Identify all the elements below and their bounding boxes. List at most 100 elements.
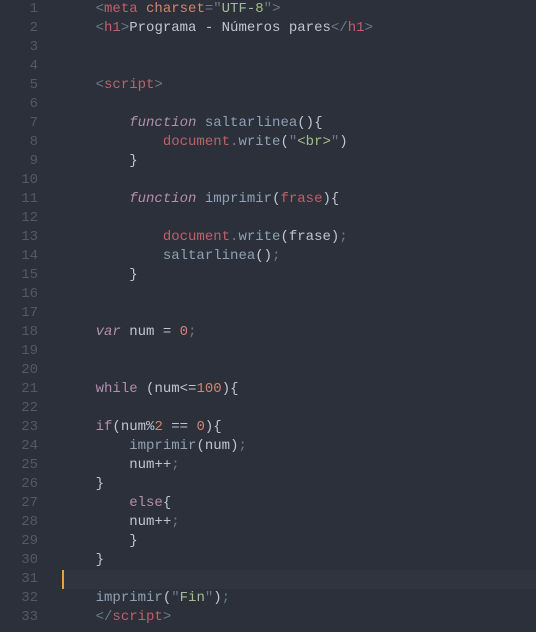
token-kw: function [129, 191, 196, 207]
token-op: ++ [154, 457, 171, 473]
line-number: 3 [0, 38, 38, 57]
token-bracket: { [163, 495, 171, 511]
token-str: <br> [297, 134, 331, 150]
code-line[interactable]: function saltarlinea(){ [62, 114, 536, 133]
code-line[interactable]: } [62, 532, 536, 551]
line-number: 5 [0, 76, 38, 95]
code-line[interactable]: <h1>Programa - Números pares</h1> [62, 19, 536, 38]
token-punc: ; [238, 438, 246, 454]
line-number: 14 [0, 247, 38, 266]
code-line[interactable] [62, 171, 536, 190]
code-line[interactable]: } [62, 475, 536, 494]
line-number: 30 [0, 551, 38, 570]
code-line[interactable] [62, 57, 536, 76]
token-bracket: ) [222, 381, 230, 397]
token-punc: " [213, 1, 221, 17]
token-punc: " [205, 590, 213, 606]
code-line[interactable]: else{ [62, 494, 536, 513]
token-text [196, 115, 204, 131]
token-kw: var [96, 324, 121, 340]
line-number: 26 [0, 475, 38, 494]
token-punc: ; [339, 229, 347, 245]
token-bracket: ) [213, 590, 221, 606]
code-line[interactable]: } [62, 551, 536, 570]
code-line[interactable] [62, 285, 536, 304]
code-line[interactable] [62, 95, 536, 114]
line-number: 33 [0, 608, 38, 627]
token-punc: > [163, 609, 171, 625]
token-text: num [121, 419, 146, 435]
token-text [121, 324, 129, 340]
code-line[interactable]: saltarlinea(); [62, 247, 536, 266]
code-line[interactable]: if(num%2 == 0){ [62, 418, 536, 437]
code-line[interactable]: num++; [62, 513, 536, 532]
line-number: 7 [0, 114, 38, 133]
token-text [196, 191, 204, 207]
token-bracket: () [297, 115, 314, 131]
token-op: == [171, 419, 188, 435]
line-number: 20 [0, 361, 38, 380]
code-line[interactable]: } [62, 266, 536, 285]
code-line[interactable]: while (num<=100){ [62, 380, 536, 399]
line-number: 18 [0, 323, 38, 342]
token-bracket: } [129, 153, 137, 169]
code-line[interactable] [62, 304, 536, 323]
token-text: num [154, 381, 179, 397]
code-line[interactable]: } [62, 152, 536, 171]
token-attr: charset [146, 1, 205, 17]
code-line[interactable]: var num = 0; [62, 323, 536, 342]
line-number: 24 [0, 437, 38, 456]
code-line[interactable] [62, 209, 536, 228]
token-str: Fin [180, 590, 205, 606]
code-area[interactable]: <meta charset="UTF-8"> <h1>Programa - Nú… [48, 0, 536, 632]
token-num: 2 [154, 419, 162, 435]
code-line[interactable]: function imprimir(frase){ [62, 190, 536, 209]
code-line[interactable]: num++; [62, 456, 536, 475]
line-number: 21 [0, 380, 38, 399]
code-line[interactable]: <script> [62, 76, 536, 95]
token-punc: " [171, 590, 179, 606]
code-line[interactable]: </script> [62, 608, 536, 627]
token-text: num [129, 457, 154, 473]
line-number: 32 [0, 589, 38, 608]
code-line[interactable] [62, 38, 536, 57]
code-editor[interactable]: 1234567891011121314151617181920212223242… [0, 0, 536, 632]
code-line[interactable]: imprimir(num); [62, 437, 536, 456]
token-text: num [129, 514, 154, 530]
token-text [154, 324, 162, 340]
line-number: 27 [0, 494, 38, 513]
token-punc: ; [272, 248, 280, 264]
token-fn: imprimir [205, 191, 272, 207]
token-str: UTF-8 [222, 1, 264, 17]
code-line[interactable]: document.write(frase); [62, 228, 536, 247]
code-line[interactable]: imprimir("Fin"); [62, 589, 536, 608]
line-number: 25 [0, 456, 38, 475]
token-text [138, 1, 146, 17]
token-punc: > [154, 77, 162, 93]
line-number: 1 [0, 0, 38, 19]
token-text [163, 419, 171, 435]
code-line[interactable]: <meta charset="UTF-8"> [62, 0, 536, 19]
token-punc: < [96, 20, 104, 36]
code-line[interactable] [62, 342, 536, 361]
line-number: 9 [0, 152, 38, 171]
token-bracket: ) [322, 191, 330, 207]
code-line[interactable]: document.write("<br>") [62, 133, 536, 152]
token-bracket: ) [339, 134, 347, 150]
token-kw2: if [96, 419, 113, 435]
token-bracket: { [314, 115, 322, 131]
code-line[interactable] [62, 361, 536, 380]
token-text: num [129, 324, 154, 340]
token-bracket: { [230, 381, 238, 397]
token-punc: ; [188, 324, 196, 340]
token-num: 0 [196, 419, 204, 435]
line-number: 2 [0, 19, 38, 38]
code-line[interactable] [62, 570, 536, 589]
code-line[interactable] [62, 399, 536, 418]
line-number: 10 [0, 171, 38, 190]
line-number: 28 [0, 513, 38, 532]
token-num: 100 [196, 381, 221, 397]
token-var: frase [280, 191, 322, 207]
token-tag: script [112, 609, 162, 625]
line-number: 12 [0, 209, 38, 228]
